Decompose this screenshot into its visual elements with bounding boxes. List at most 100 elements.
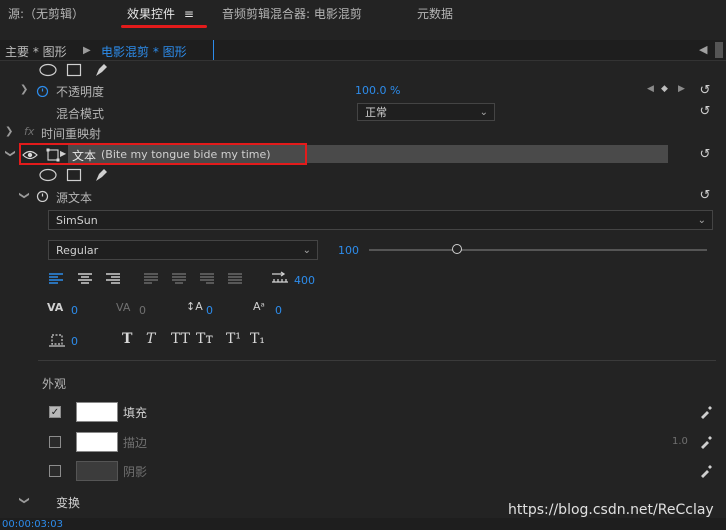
font-size-slider-thumb[interactable]: [451, 244, 462, 254]
tab-effect-controls[interactable]: 效果控件 ≡: [127, 5, 194, 22]
blend-mode-select[interactable]: 正常 ⌄: [357, 103, 495, 121]
kerning-icon: VA: [47, 301, 64, 314]
expand-arrow-icon[interactable]: ❯: [20, 84, 28, 95]
timeline-nav-left-icon[interactable]: ◀: [699, 43, 707, 56]
tsume-icon: [49, 334, 65, 347]
panel-menu-icon[interactable]: ≡: [184, 7, 194, 21]
stopwatch-icon[interactable]: [36, 189, 49, 202]
tab-effect-controls-label: 效果控件: [127, 7, 176, 21]
collapse-arrow-icon[interactable]: ❯: [19, 496, 30, 504]
text-metrics-row: VA 0 VA 0 ↕A 0 Aᵃ 0: [0, 299, 726, 321]
font-style-value: Regular: [56, 244, 99, 257]
small-caps-button[interactable]: Tт: [196, 331, 213, 347]
baseline-shift-icon: Aᵃ: [253, 300, 265, 313]
rectangle-mask-icon[interactable]: [66, 63, 82, 77]
playhead-line[interactable]: [213, 40, 214, 60]
text-mask-tools-row: [0, 167, 726, 183]
footer-bar: 00:00:03:03: [0, 518, 726, 530]
pen-mask-icon[interactable]: [93, 167, 109, 183]
all-caps-button[interactable]: TT: [171, 331, 190, 347]
transform-label: 变换: [56, 496, 81, 510]
tab-stop-value[interactable]: 400: [294, 274, 315, 287]
justify-all-icon[interactable]: [227, 272, 243, 285]
blend-mode-label: 混合模式: [56, 107, 105, 121]
ellipse-mask-icon[interactable]: [38, 168, 58, 182]
expand-arrow-icon[interactable]: ❯: [5, 126, 13, 137]
stroke-width-value[interactable]: 1.0: [672, 436, 688, 447]
subscript-button[interactable]: T₁: [250, 331, 265, 347]
reset-icon[interactable]: ↺: [698, 148, 712, 162]
tab-stops-icon[interactable]: [271, 271, 289, 285]
align-right-icon[interactable]: [105, 272, 121, 285]
tab-audio-clip-mixer[interactable]: 音频剪辑混合器: 电影混剪: [222, 5, 362, 22]
stroke-label: 描边: [123, 436, 148, 450]
stroke-color-swatch[interactable]: [76, 432, 118, 452]
chevron-down-icon: ⌄: [302, 245, 311, 256]
tab-source[interactable]: 源:（无剪辑）: [8, 5, 84, 22]
eyedropper-icon[interactable]: [699, 435, 713, 449]
leading-value[interactable]: 0: [206, 304, 213, 317]
ellipse-mask-icon[interactable]: [38, 63, 58, 77]
baseline-shift-value[interactable]: 0: [275, 304, 282, 317]
stopwatch-icon[interactable]: [36, 84, 49, 97]
collapse-arrow-icon[interactable]: ❯: [19, 191, 30, 199]
chevron-right-icon: ▶: [83, 45, 91, 56]
opacity-label: 不透明度: [56, 85, 105, 99]
font-style-select[interactable]: Regular ⌄: [48, 240, 318, 260]
source-text-row: ❯ 源文本 ↺: [0, 186, 726, 206]
justify-left-icon[interactable]: [143, 272, 159, 285]
tab-metadata[interactable]: 元数据: [417, 5, 453, 22]
collapse-arrow-icon[interactable]: ❯: [5, 149, 16, 157]
chevron-down-icon: ⌄: [479, 107, 488, 118]
faux-bold-button[interactable]: T: [122, 331, 132, 347]
eyedropper-icon[interactable]: [699, 464, 713, 478]
pen-mask-icon[interactable]: [93, 62, 109, 78]
tsume-style-row: 0 T T TT Tт T¹ T₁: [0, 329, 726, 351]
tsume-value[interactable]: 0: [71, 335, 78, 348]
superscript-button[interactable]: T¹: [226, 331, 241, 347]
time-remap-row: ❯ fx 时间重映射: [0, 124, 726, 142]
next-keyframe-icon[interactable]: ▶: [678, 84, 685, 94]
blend-mode-value: 正常: [365, 106, 387, 119]
time-remap-label: 时间重映射: [41, 127, 102, 141]
shadow-label: 阴影: [123, 465, 148, 479]
section-divider: [38, 360, 716, 361]
timecode[interactable]: 00:00:03:03: [2, 519, 63, 530]
reset-icon[interactable]: ↺: [698, 105, 712, 119]
master-clip-label[interactable]: 主要 * 图形: [5, 43, 67, 60]
fill-row: ✓ 填充: [0, 401, 726, 423]
faux-italic-button[interactable]: T: [146, 331, 155, 347]
align-center-icon[interactable]: [77, 272, 93, 285]
text-layer-row[interactable]: ❯ ▶ 文本 (Bite my tongue bide my time) ↺: [0, 143, 726, 167]
shadow-checkbox[interactable]: [49, 465, 61, 477]
mask-tools-row: [0, 62, 726, 78]
add-keyframe-icon[interactable]: ◆: [661, 84, 668, 94]
fill-color-swatch[interactable]: [76, 402, 118, 422]
font-size-slider-track[interactable]: [369, 249, 707, 251]
font-family-value: SimSun: [56, 214, 98, 227]
shadow-color-swatch[interactable]: [76, 461, 118, 481]
stroke-checkbox[interactable]: [49, 436, 61, 448]
justify-center-icon[interactable]: [171, 272, 187, 285]
rectangle-mask-icon[interactable]: [66, 168, 82, 182]
fx-icon[interactable]: fx: [24, 125, 34, 138]
opacity-value[interactable]: 100.0 %: [355, 84, 400, 97]
eyedropper-icon[interactable]: [699, 405, 713, 419]
shadow-row: 阴影: [0, 460, 726, 482]
kerning-value[interactable]: 0: [71, 304, 78, 317]
reset-icon[interactable]: ↺: [698, 84, 712, 98]
justify-right-icon[interactable]: [199, 272, 215, 285]
align-left-icon[interactable]: [48, 272, 64, 285]
sequence-clip-label[interactable]: 电影混剪 * 图形: [101, 43, 187, 60]
font-family-select[interactable]: SimSun ⌄: [48, 210, 713, 230]
tracking-value[interactable]: 0: [139, 304, 146, 317]
alignment-row: 400: [0, 270, 726, 288]
scrollbar-thumb[interactable]: [715, 42, 723, 58]
fill-checkbox[interactable]: ✓: [49, 406, 61, 418]
reset-icon[interactable]: ↺: [698, 189, 712, 203]
stroke-row: 描边 1.0: [0, 431, 726, 453]
fill-label: 填充: [123, 406, 148, 420]
highlight-box: [19, 143, 307, 165]
font-size-value[interactable]: 100: [338, 244, 359, 257]
prev-keyframe-icon[interactable]: ◀: [647, 84, 654, 94]
